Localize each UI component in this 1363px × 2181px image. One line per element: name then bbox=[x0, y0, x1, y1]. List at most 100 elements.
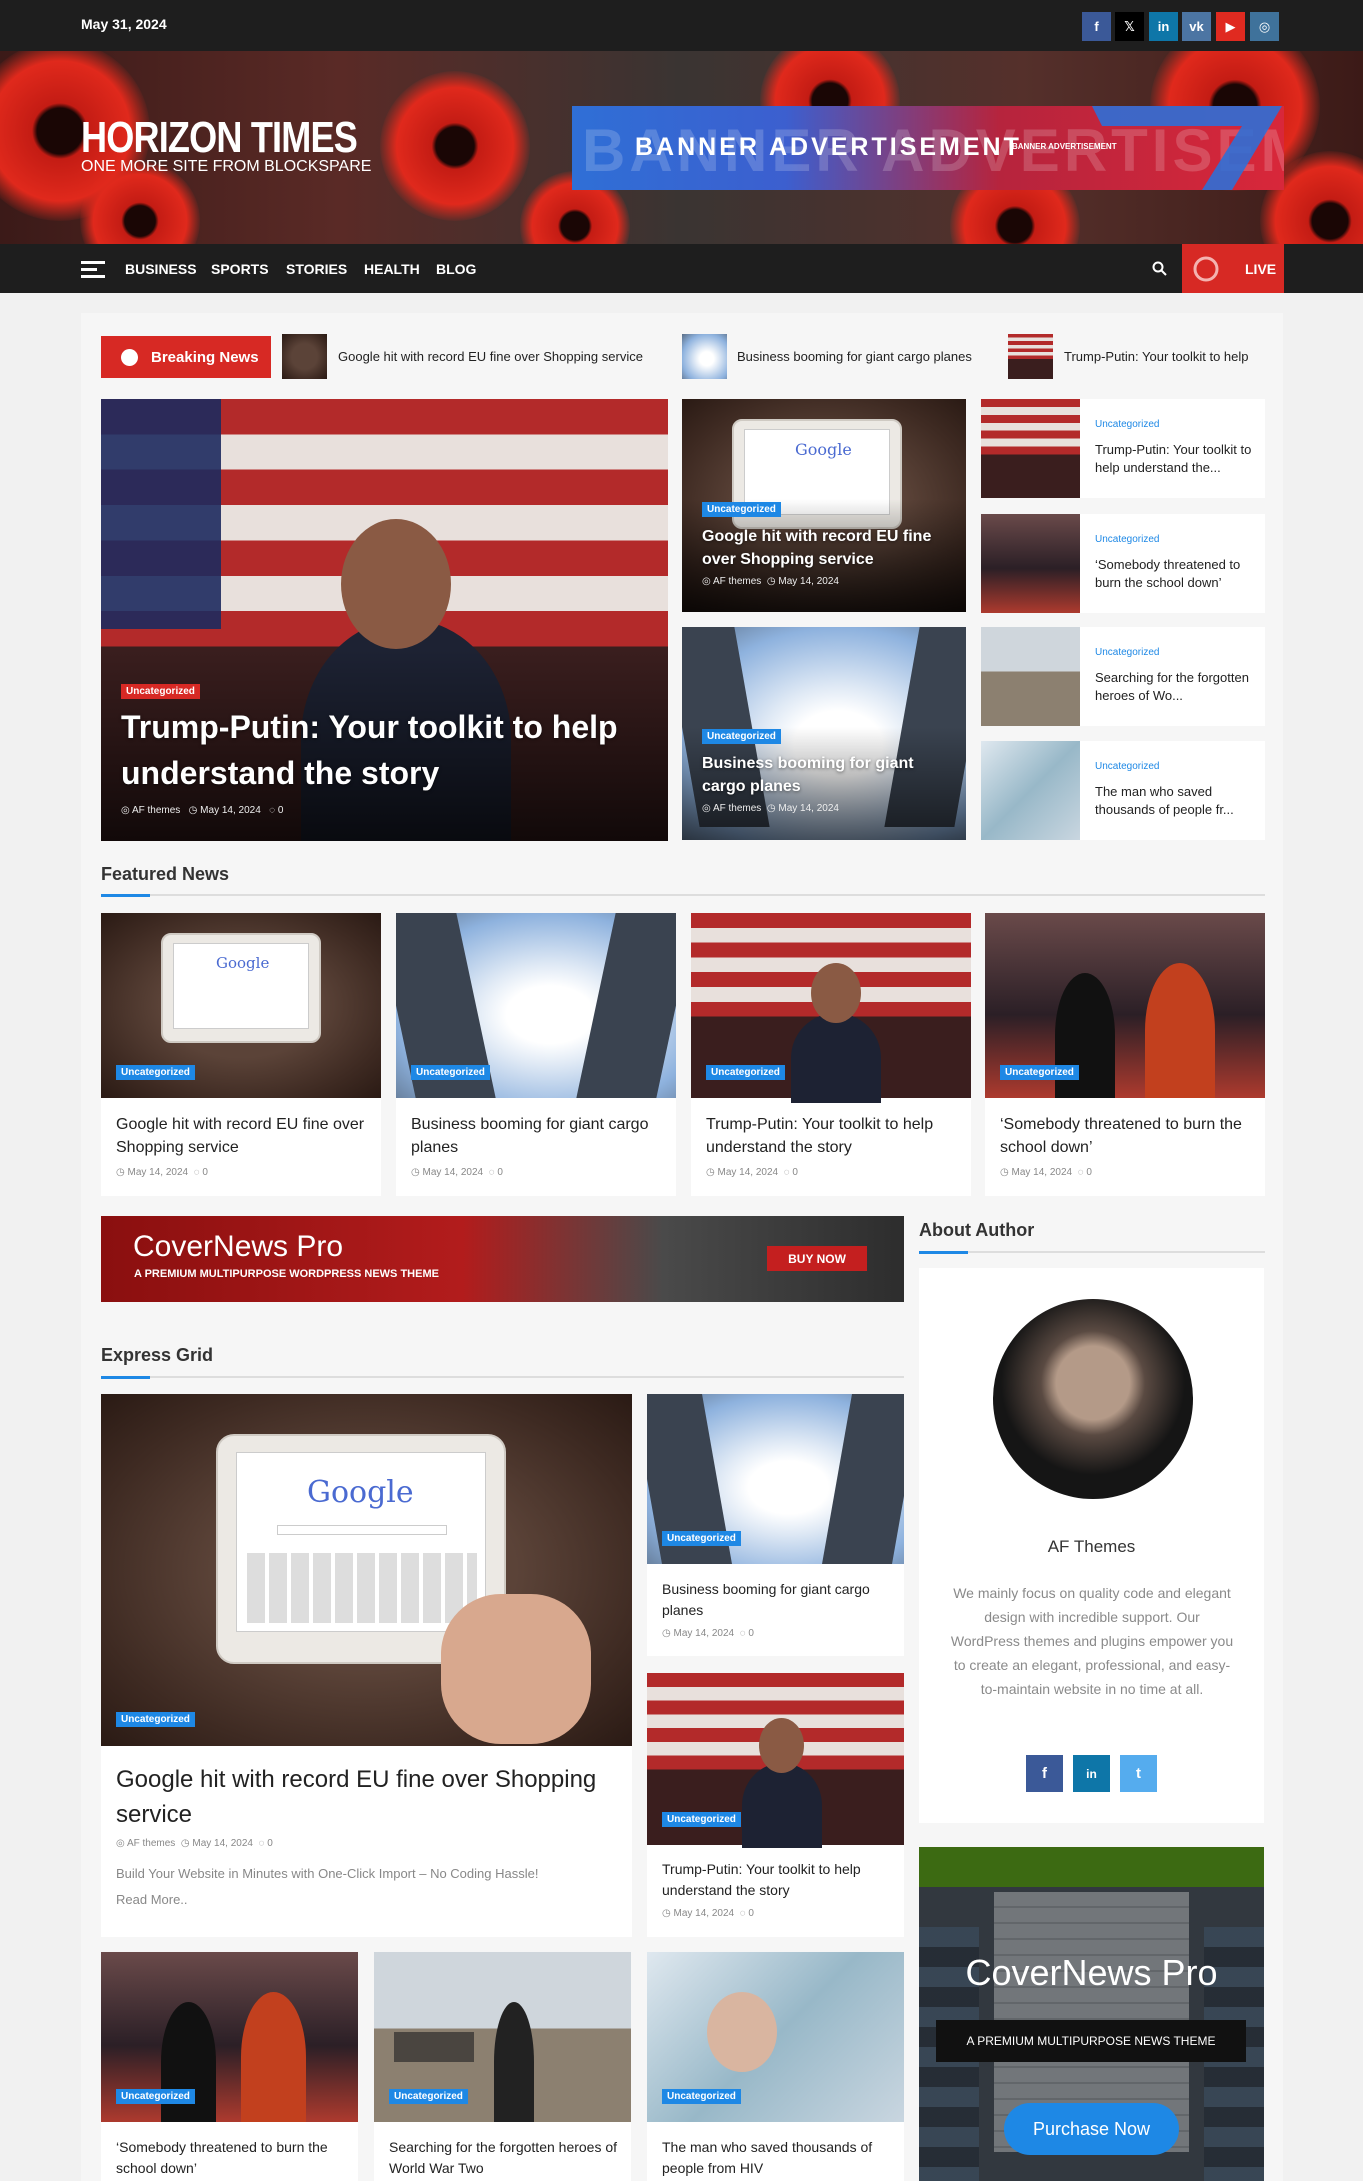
featured-title[interactable]: Business booming for giant cargo planes bbox=[411, 1113, 666, 1159]
featured-title[interactable]: Google hit with record EU fine over Shop… bbox=[116, 1113, 371, 1159]
express-side-comments[interactable]: 0 bbox=[748, 1628, 754, 1639]
featured-comments[interactable]: 0 bbox=[202, 1167, 208, 1178]
featured-badge[interactable]: Uncategorized bbox=[116, 1065, 195, 1080]
nav-business[interactable]: BUSINESS bbox=[125, 261, 197, 277]
express-side-meta: ◷ May 14, 2024 ◌ 0 bbox=[662, 1628, 754, 1639]
side-list-title[interactable]: The man who saved thousands of people fr… bbox=[1095, 783, 1255, 819]
search-icon[interactable] bbox=[1152, 261, 1167, 276]
x-icon[interactable]: 𝕏 bbox=[1115, 12, 1144, 41]
express-main-comments[interactable]: 0 bbox=[267, 1838, 273, 1849]
side-list-title[interactable]: Searching for the forgotten heroes of Wo… bbox=[1095, 669, 1255, 705]
express-side-title[interactable]: Business booming for giant cargo planes bbox=[662, 1579, 894, 1621]
express-bottom-title[interactable]: ‘Somebody threatened to burn the school … bbox=[116, 2137, 348, 2179]
ticker-item[interactable]: Trump-Putin: Your toolkit to help bbox=[1064, 349, 1249, 364]
linkedin-icon[interactable]: in bbox=[1149, 12, 1178, 41]
side-list-title[interactable]: ‘Somebody threatened to burn the school … bbox=[1095, 556, 1255, 592]
nav-blog[interactable]: BLOG bbox=[436, 261, 476, 277]
mid-card-date: May 14, 2024 bbox=[778, 803, 839, 814]
ticker-thumb[interactable] bbox=[1008, 334, 1053, 379]
current-date: May 31, 2024 bbox=[81, 16, 167, 32]
express-bottom-title[interactable]: Searching for the forgotten heroes of Wo… bbox=[389, 2137, 621, 2179]
ticker-item[interactable]: Business booming for giant cargo planes bbox=[737, 349, 972, 364]
mid-card-author[interactable]: AF themes bbox=[713, 576, 761, 587]
express-bottom-card[interactable]: Uncategorized Searching for the forgotte… bbox=[374, 1952, 631, 2181]
express-bottom-card[interactable]: Uncategorized ‘Somebody threatened to bu… bbox=[101, 1952, 358, 2181]
facebook-icon[interactable]: f bbox=[1082, 12, 1111, 41]
express-side-comments[interactable]: 0 bbox=[748, 1908, 754, 1919]
featured-badge[interactable]: Uncategorized bbox=[706, 1065, 785, 1080]
mid-card-badge[interactable]: Uncategorized bbox=[702, 502, 781, 517]
hero-comments[interactable]: 0 bbox=[278, 805, 284, 816]
featured-badge[interactable]: Uncategorized bbox=[411, 1065, 490, 1080]
side-list-category[interactable]: Uncategorized bbox=[1095, 534, 1159, 545]
ad-strip-buy-button[interactable]: BUY NOW bbox=[767, 1246, 867, 1271]
mid-card-badge[interactable]: Uncategorized bbox=[702, 729, 781, 744]
express-bottom-card[interactable]: Uncategorized The man who saved thousand… bbox=[647, 1952, 904, 2181]
youtube-icon[interactable]: ▶ bbox=[1216, 12, 1245, 41]
nav-stories[interactable]: STORIES bbox=[286, 261, 347, 277]
express-side-badge[interactable]: Uncategorized bbox=[662, 1531, 741, 1546]
side-list-category[interactable]: Uncategorized bbox=[1095, 419, 1159, 430]
author-facebook-icon[interactable]: f bbox=[1026, 1755, 1063, 1792]
featured-badge[interactable]: Uncategorized bbox=[1000, 1065, 1079, 1080]
side-list-category[interactable]: Uncategorized bbox=[1095, 761, 1159, 772]
express-side-title[interactable]: Trump-Putin: Your toolkit to help unders… bbox=[662, 1859, 894, 1901]
read-more-link[interactable]: Read More.. bbox=[116, 1892, 188, 1907]
featured-card[interactable]: Uncategorized ‘Somebody threatened to bu… bbox=[985, 913, 1265, 1196]
mid-card-author[interactable]: AF themes bbox=[713, 803, 761, 814]
hero-title[interactable]: Trump-Putin: Your toolkit to help unders… bbox=[121, 704, 641, 796]
purchase-now-button[interactable]: Purchase Now bbox=[1004, 2103, 1179, 2155]
mid-card-title[interactable]: Google hit with record EU fine over Shop… bbox=[702, 525, 952, 571]
hero-badge[interactable]: Uncategorized bbox=[121, 684, 200, 699]
banner-text: BANNER ADVERTISEMENT bbox=[635, 133, 1022, 161]
express-bottom-badge[interactable]: Uncategorized bbox=[662, 2089, 741, 2104]
author-linkedin-icon[interactable]: in bbox=[1073, 1755, 1110, 1792]
live-label: LIVE bbox=[1245, 261, 1277, 277]
ticker-thumb[interactable] bbox=[682, 334, 727, 379]
banner-advertisement[interactable]: BANNER ADVERTISEME BANNER ADVERTISEMENT … bbox=[572, 106, 1284, 190]
express-bottom-badge[interactable]: Uncategorized bbox=[389, 2089, 468, 2104]
live-indicator-icon bbox=[1193, 256, 1219, 282]
ticker-thumb[interactable] bbox=[282, 334, 327, 379]
express-side-card[interactable]: Uncategorized Business booming for giant… bbox=[647, 1394, 904, 1656]
side-list-item[interactable]: Uncategorized ‘Somebody threatened to bu… bbox=[981, 514, 1265, 613]
side-list-title[interactable]: Trump-Putin: Your toolkit to help unders… bbox=[1095, 441, 1255, 477]
express-bottom-badge[interactable]: Uncategorized bbox=[116, 2089, 195, 2104]
mid-card-title[interactable]: Business booming for giant cargo planes bbox=[702, 752, 952, 798]
express-main-card[interactable]: Google Uncategorized Google hit with rec… bbox=[101, 1394, 632, 1937]
mid-card[interactable]: Uncategorized Business booming for giant… bbox=[682, 627, 966, 840]
featured-meta: ◷ May 14, 2024 ◌ 0 bbox=[1000, 1167, 1092, 1178]
side-list-item[interactable]: Uncategorized The man who saved thousand… bbox=[981, 741, 1265, 840]
mid-card[interactable]: Google Uncategorized Google hit with rec… bbox=[682, 399, 966, 612]
nav-sports[interactable]: SPORTS bbox=[211, 261, 269, 277]
featured-comments[interactable]: 0 bbox=[1086, 1167, 1092, 1178]
express-main-author[interactable]: AF themes bbox=[127, 1838, 175, 1849]
nav-health[interactable]: HEALTH bbox=[364, 261, 420, 277]
featured-title[interactable]: Trump-Putin: Your toolkit to help unders… bbox=[706, 1113, 961, 1159]
site-title[interactable]: HORIZON TIMES bbox=[81, 113, 358, 163]
featured-meta: ◷ May 14, 2024 ◌ 0 bbox=[411, 1167, 503, 1178]
express-bottom-title[interactable]: The man who saved thousands of people fr… bbox=[662, 2137, 894, 2179]
featured-card[interactable]: Uncategorized Business booming for giant… bbox=[396, 913, 676, 1196]
side-list-category[interactable]: Uncategorized bbox=[1095, 647, 1159, 658]
express-side-card[interactable]: Uncategorized Trump-Putin: Your toolkit … bbox=[647, 1673, 904, 1937]
hero-author[interactable]: AF themes bbox=[132, 805, 180, 816]
featured-card[interactable]: Uncategorized Trump-Putin: Your toolkit … bbox=[691, 913, 971, 1196]
live-button[interactable]: LIVE bbox=[1182, 244, 1284, 293]
covernews-ad-banner[interactable]: CoverNews Pro A PREMIUM MULTIPURPOSE WOR… bbox=[101, 1216, 904, 1302]
side-list-item[interactable]: Uncategorized Trump-Putin: Your toolkit … bbox=[981, 399, 1265, 498]
menu-icon[interactable] bbox=[81, 260, 105, 278]
express-side-badge[interactable]: Uncategorized bbox=[662, 1812, 741, 1827]
featured-title[interactable]: ‘Somebody threatened to burn the school … bbox=[1000, 1113, 1255, 1159]
author-twitter-icon[interactable]: t bbox=[1120, 1755, 1157, 1792]
hero-article[interactable]: Uncategorized Trump-Putin: Your toolkit … bbox=[101, 399, 668, 841]
ticker-item[interactable]: Google hit with record EU fine over Shop… bbox=[338, 349, 643, 364]
express-main-title[interactable]: Google hit with record EU fine over Shop… bbox=[116, 1762, 616, 1832]
instagram-icon[interactable]: ◎ bbox=[1250, 12, 1279, 41]
vk-icon[interactable]: vk bbox=[1182, 12, 1211, 41]
featured-comments[interactable]: 0 bbox=[792, 1167, 798, 1178]
side-list-item[interactable]: Uncategorized Searching for the forgotte… bbox=[981, 627, 1265, 726]
express-main-badge[interactable]: Uncategorized bbox=[116, 1712, 195, 1727]
featured-comments[interactable]: 0 bbox=[497, 1167, 503, 1178]
featured-card[interactable]: Google Uncategorized Google hit with rec… bbox=[101, 913, 381, 1196]
